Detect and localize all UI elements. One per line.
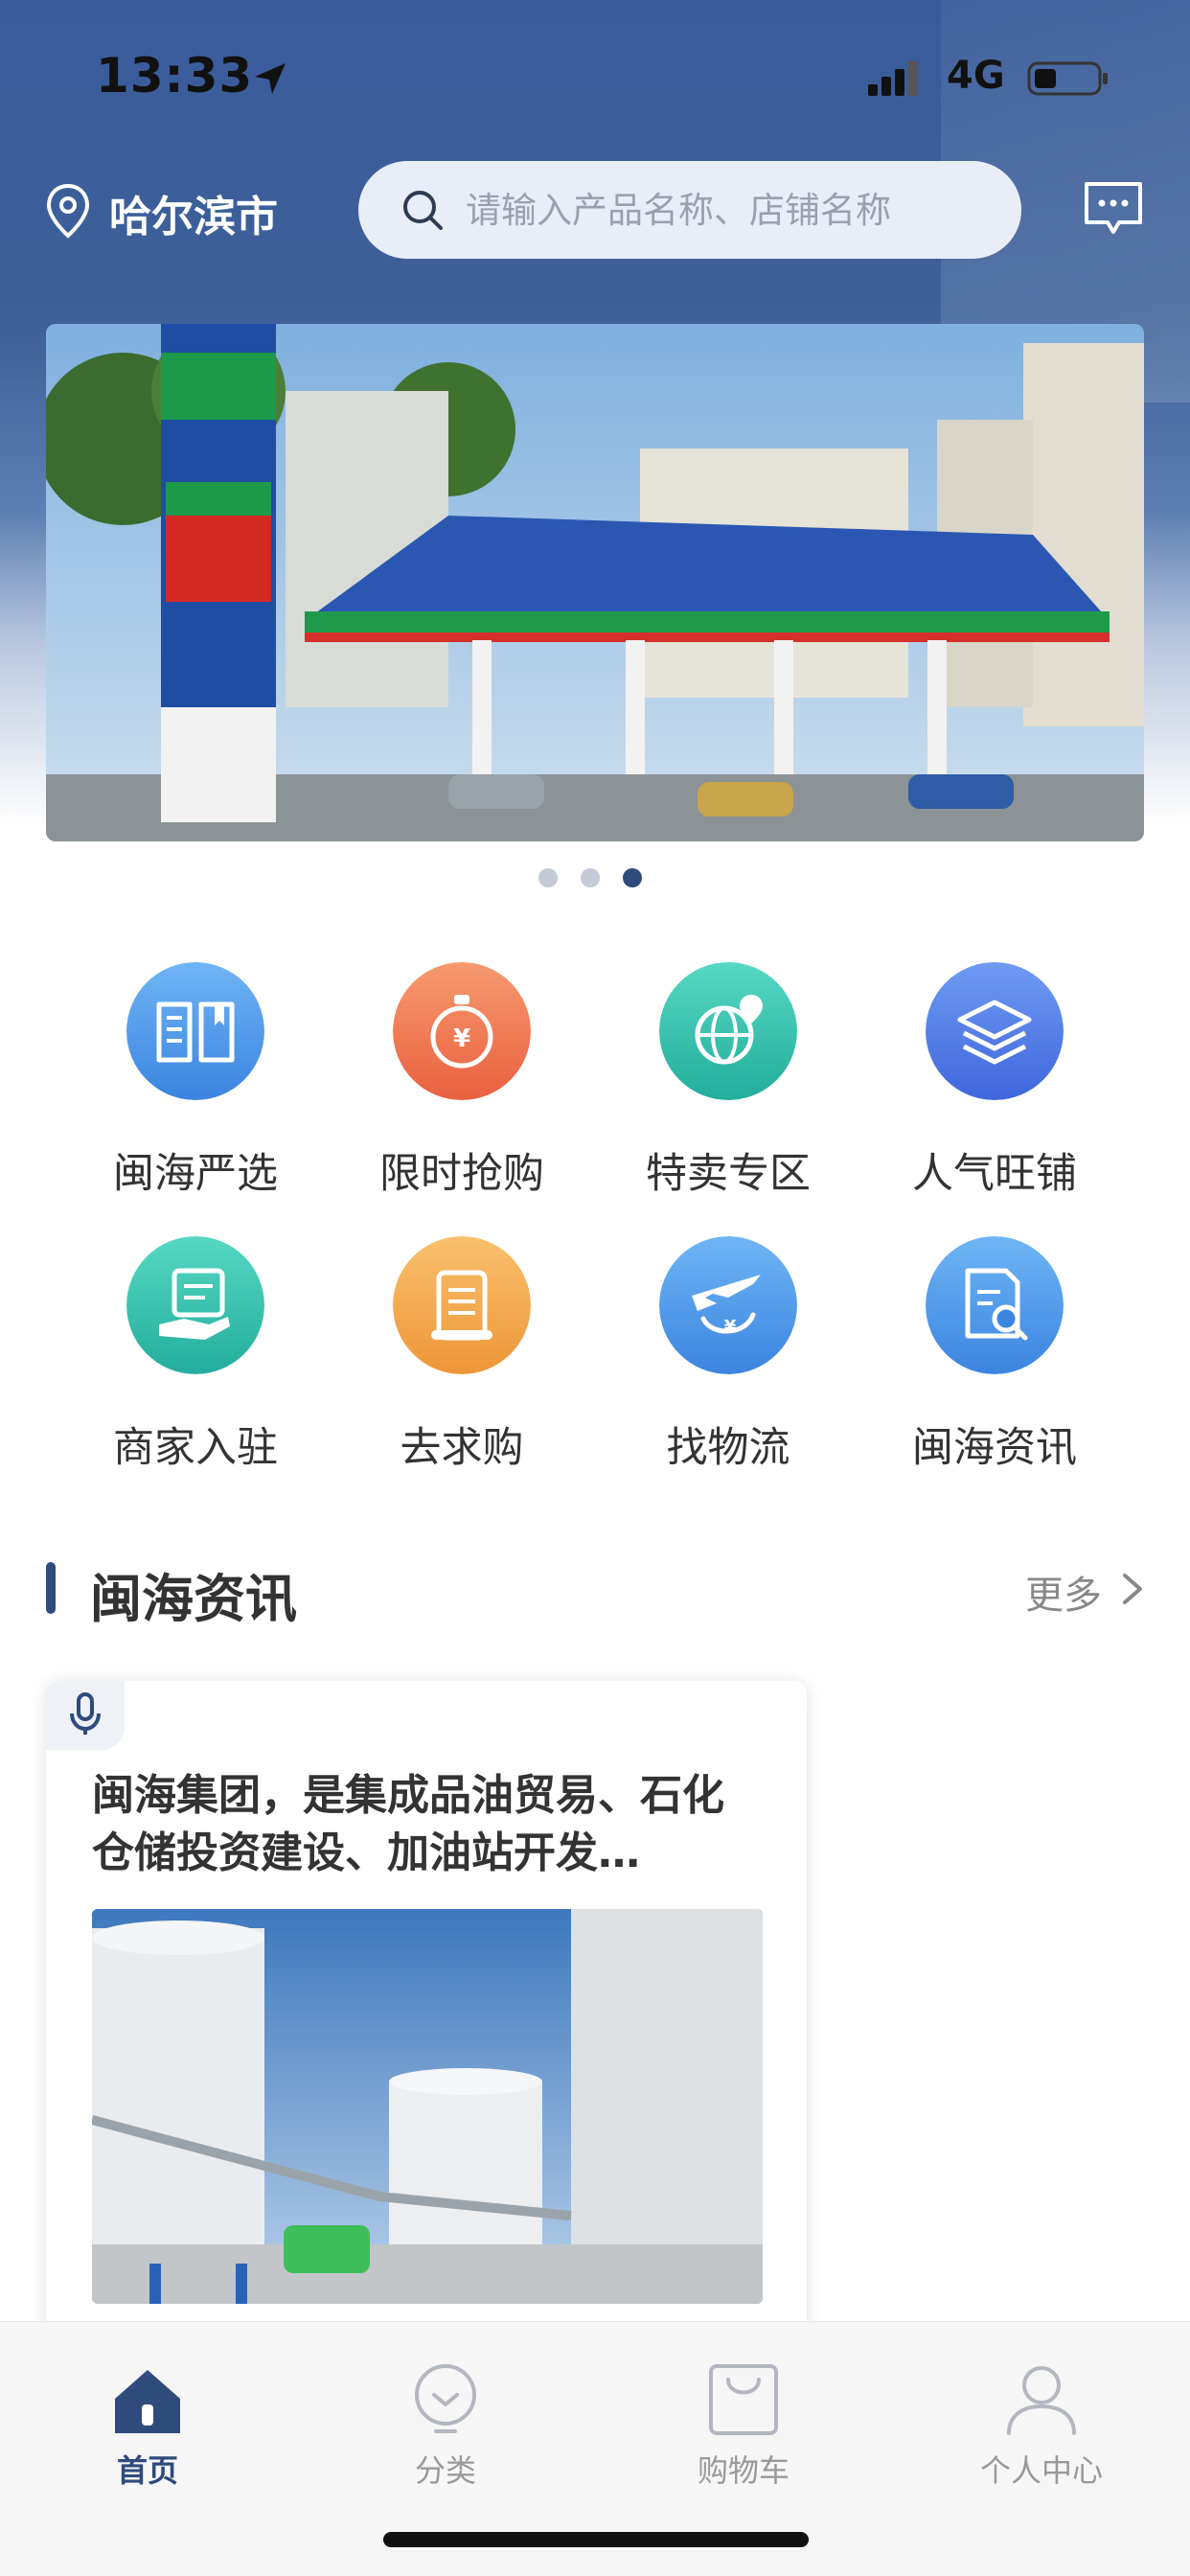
globe-pin-icon [659, 962, 797, 1100]
tab-profile[interactable]: 个人中心 [946, 2341, 1137, 2489]
book-icon [126, 962, 264, 1100]
banner-dot-2[interactable] [581, 868, 600, 887]
section-accent-bar [46, 1562, 56, 1614]
grid-item-find-logistics[interactable]: ¥ 找物流 [627, 1236, 818, 1485]
gas-station-banner-image [46, 324, 1144, 841]
svg-text:¥: ¥ [453, 1024, 470, 1053]
grid-item-flash-sale[interactable]: ¥ 限时抢购 [360, 962, 552, 1211]
scroll-icon [393, 1236, 531, 1374]
tab-label: 购物车 [697, 2452, 790, 2489]
tab-label: 首页 [116, 2452, 178, 2489]
grid-label: 人气旺铺 [912, 1150, 1077, 1198]
battery-icon [1027, 61, 1108, 96]
bulb-icon [415, 2364, 476, 2433]
signal-icon [868, 61, 918, 96]
tab-label: 分类 [414, 2452, 476, 2489]
storage-tanks-image [92, 1909, 763, 2304]
grid-label: 闽海资讯 [912, 1424, 1077, 1472]
hand-document-icon [126, 1236, 264, 1374]
news-card[interactable]: 闽海集团，是集成品油贸易、石化仓储投资建设、加油站开发… [46, 1681, 807, 2352]
status-time: 13:33 [96, 48, 254, 104]
banner-dot-3[interactable] [623, 868, 642, 887]
news-card-text: 闽海集团，是集成品油贸易、石化仓储投资建设、加油站开发… [92, 1771, 724, 1877]
location-arrow-icon [255, 63, 286, 94]
grid-item-merchant-join[interactable]: 商家入驻 [94, 1236, 286, 1485]
document-search-icon [926, 1236, 1064, 1374]
grid-item-minhai-news[interactable]: 闽海资讯 [893, 1236, 1085, 1485]
grid-label: 限时抢购 [379, 1150, 544, 1198]
message-icon[interactable] [1081, 178, 1146, 240]
grid-label: 去求购 [400, 1424, 524, 1472]
stopwatch-yen-icon: ¥ [393, 962, 531, 1100]
section-title: 闽海资讯 [90, 1569, 297, 1629]
svg-text:¥: ¥ [724, 1317, 737, 1337]
location-pin-icon[interactable] [42, 182, 94, 240]
grid-label: 闽海严选 [113, 1150, 278, 1198]
grid-item-special-sale[interactable]: 特卖专区 [627, 962, 818, 1211]
tab-category[interactable]: 分类 [350, 2341, 541, 2489]
grid-label: 商家入驻 [113, 1424, 278, 1472]
search-icon [403, 191, 443, 230]
home-icon [115, 2370, 180, 2433]
network-type: 4G [947, 54, 1005, 98]
more-link[interactable]: 更多 [1025, 1564, 1102, 1620]
search-input[interactable] [466, 182, 983, 238]
news-card-image [92, 1909, 763, 2304]
user-icon [1007, 2366, 1076, 2435]
grid-item-minhai-select[interactable]: 闽海严选 [94, 962, 286, 1211]
bag-icon [709, 2364, 778, 2435]
grid-item-go-purchase[interactable]: 去求购 [360, 1236, 552, 1485]
audio-tag [46, 1681, 125, 1750]
grid-label: 找物流 [666, 1424, 790, 1472]
home-indicator[interactable] [383, 2532, 809, 2547]
grid-item-popular-shops[interactable]: 人气旺铺 [893, 962, 1085, 1211]
tab-home[interactable]: 首页 [52, 2341, 243, 2489]
banner-pagination[interactable] [538, 868, 653, 891]
microphone-icon [70, 1692, 101, 1735]
promo-banner[interactable] [46, 324, 1144, 841]
plane-icon: ¥ [659, 1236, 797, 1374]
tab-cart[interactable]: 购物车 [648, 2341, 839, 2489]
tab-label: 个人中心 [979, 2452, 1103, 2489]
status-bar: 13:33 4G [0, 0, 1190, 153]
search-bar[interactable] [358, 161, 1021, 259]
city-selector[interactable]: 哈尔滨市 [109, 182, 278, 243]
chevron-right-icon[interactable] [1119, 1572, 1146, 1606]
layers-icon [926, 962, 1064, 1100]
grid-label: 特卖专区 [646, 1150, 811, 1198]
banner-dot-1[interactable] [538, 868, 558, 887]
